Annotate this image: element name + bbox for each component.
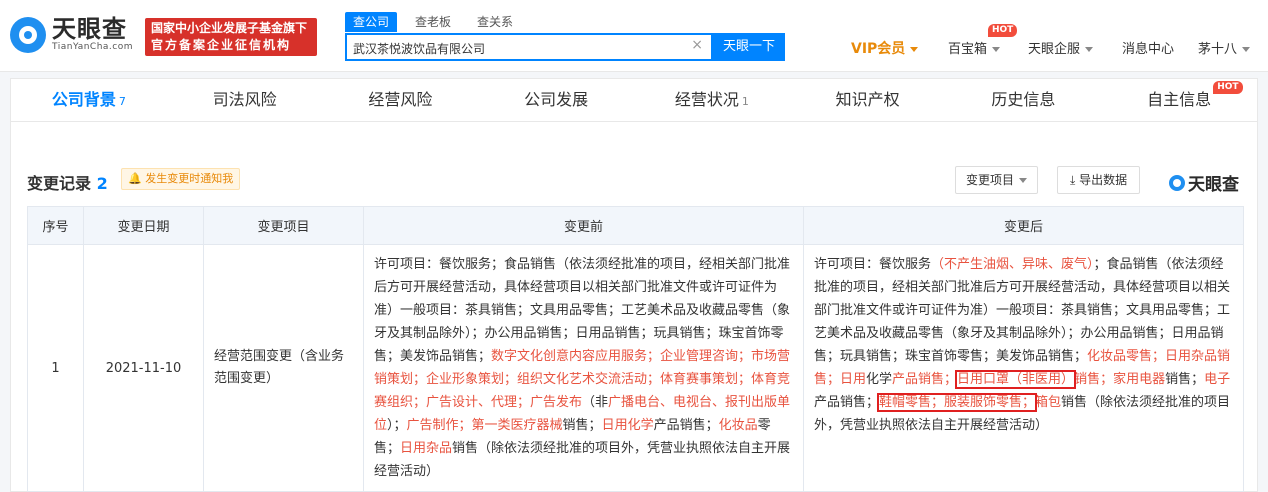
chevron-down-icon: [910, 47, 919, 52]
row-item: 经营范围变更（含业务范围变更）: [203, 244, 364, 492]
highlighted-change-text: （不产生油烟、异味、废气）: [931, 257, 1094, 272]
top-header: 天眼查 TianYanCha.com 国家中小企业发展子基金旗下 官方备案企业征…: [0, 0, 1268, 72]
official-badge: 国家中小企业发展子基金旗下 官方备案企业征信机构: [145, 18, 317, 56]
change-text: 许可项目：餐饮服务；食品销售（依法须经批准的项目，经相关部门批准后方可开展经营活…: [374, 257, 791, 364]
notify-on-change-button[interactable]: 🔔 发生变更时通知我: [121, 168, 241, 190]
brand-watermark: 天眼查: [1169, 170, 1239, 195]
logo-text: 天眼查: [52, 15, 127, 43]
tab-company-development[interactable]: 公司发展: [478, 79, 634, 121]
search-input[interactable]: [353, 39, 683, 57]
bell-icon: 🔔: [128, 172, 142, 185]
search-box: ×: [345, 33, 713, 61]
row-date: 2021-11-10: [83, 244, 204, 492]
message-center-link[interactable]: 消息中心: [1122, 38, 1174, 57]
chevron-down-icon: [1019, 178, 1028, 183]
change-text: 销售；: [1165, 372, 1205, 387]
change-text: 化学: [866, 372, 893, 387]
col-before: 变更前: [363, 206, 804, 245]
tab-history-info[interactable]: 历史信息: [946, 79, 1102, 121]
chevron-down-icon: [1085, 47, 1094, 52]
change-text: 产品销售；: [814, 395, 880, 410]
site-logo[interactable]: 天眼查 TianYanCha.com: [10, 16, 133, 53]
table-header-row: 序号 变更日期 变更项目 变更前 变更后: [27, 206, 1244, 245]
search-button[interactable]: 天眼一下: [713, 33, 785, 61]
logo-domain: TianYanCha.com: [52, 42, 134, 52]
highlighted-change-text: 日用口罩（非医用）: [955, 370, 1077, 389]
row-before-content: 许可项目：餐饮服务；食品销售（依法须经批准的项目，经相关部门批准后方可开展经营活…: [363, 244, 804, 492]
hot-badge: HOT: [1213, 81, 1243, 94]
hot-badge: HOT: [988, 24, 1018, 37]
download-icon: ⤓: [1070, 173, 1076, 187]
highlighted-change-text: 鞋帽零售；服装服饰零售；: [877, 393, 1038, 412]
chevron-down-icon: [1242, 47, 1251, 52]
highlighted-change-text: 产品销售；: [892, 372, 958, 387]
table-row: 1 2021-11-10 经营范围变更（含业务范围变更） 许可项目：餐饮服务；食…: [27, 244, 1244, 492]
qifu-menu[interactable]: 天眼企服: [1028, 38, 1094, 57]
export-data-button[interactable]: ⤓ 导出数据: [1057, 166, 1141, 194]
company-tabs: 公司背景 7 司法风险 经营风险 公司发展 经营状况 1 知识产权 历史信息 自主信…: [10, 78, 1258, 122]
row-index: 1: [27, 244, 84, 492]
highlighted-change-text: 箱包: [1035, 395, 1062, 410]
col-index: 序号: [27, 206, 84, 245]
logo-eye-icon: [1169, 174, 1185, 191]
highlighted-change-text: 销售；: [1074, 372, 1114, 387]
logo-eye-icon: [10, 16, 46, 53]
tab-business-status[interactable]: 经营状况 1: [634, 79, 790, 121]
tab-legal-risk[interactable]: 司法风险: [167, 79, 323, 121]
baibaoxiang-menu[interactable]: 百宝箱: [948, 38, 1001, 57]
tab-company-background[interactable]: 公司背景 7: [11, 79, 167, 121]
highlighted-change-text: 日用化学: [601, 418, 654, 433]
col-date: 变更日期: [83, 206, 204, 245]
change-text: 许可项目：餐饮服务: [814, 257, 932, 272]
highlighted-change-text: 家用电器: [1113, 372, 1166, 387]
chevron-down-icon: [992, 47, 1001, 52]
change-item-filter[interactable]: 变更项目: [955, 166, 1039, 194]
row-after-content: 许可项目：餐饮服务（不产生油烟、异味、废气）；食品销售（依法须经批准的项目，经相…: [803, 244, 1244, 492]
change-records-table: 序号 变更日期 变更项目 变更前 变更后 1 2021-11-10 经营范围变更…: [27, 206, 1244, 492]
vip-menu[interactable]: VIP会员: [851, 38, 919, 58]
col-item: 变更项目: [203, 206, 364, 245]
user-menu[interactable]: 茅十八: [1198, 38, 1251, 57]
tab-search-relation[interactable]: 查关系: [469, 12, 521, 32]
search-type-tabs: 查公司 查老板 查关系: [345, 12, 531, 32]
tab-self-info[interactable]: 自主信息 HOT: [1101, 79, 1257, 121]
change-text: ）；: [387, 418, 407, 433]
change-text: ；食品销售（依法须经批准的项目，经相关部门批准后方可开展经营活动，具体经营项目以…: [814, 257, 1231, 364]
tab-intellectual-property[interactable]: 知识产权: [790, 79, 946, 121]
highlighted-change-text: 电子: [1204, 372, 1231, 387]
change-text: 产品销售；: [653, 418, 719, 433]
clear-icon[interactable]: ×: [691, 37, 703, 53]
section-title: 变更记录 2: [27, 174, 108, 193]
highlighted-change-text: 广告制作；第一类医疗器械: [406, 418, 563, 433]
change-records-section: 变更记录 2 🔔 发生变更时通知我 变更项目 ⤓ 导出数据 天眼查 序号 变更日…: [10, 122, 1258, 492]
col-after: 变更后: [803, 206, 1244, 245]
highlighted-change-text: 化妆品: [718, 418, 758, 433]
tab-search-company[interactable]: 查公司: [345, 12, 398, 32]
change-text: 销售；: [562, 418, 602, 433]
tab-search-boss[interactable]: 查老板: [407, 12, 459, 32]
change-text: （非: [582, 395, 609, 410]
tab-business-risk[interactable]: 经营风险: [323, 79, 479, 121]
highlighted-change-text: 日用杂品: [400, 441, 453, 456]
